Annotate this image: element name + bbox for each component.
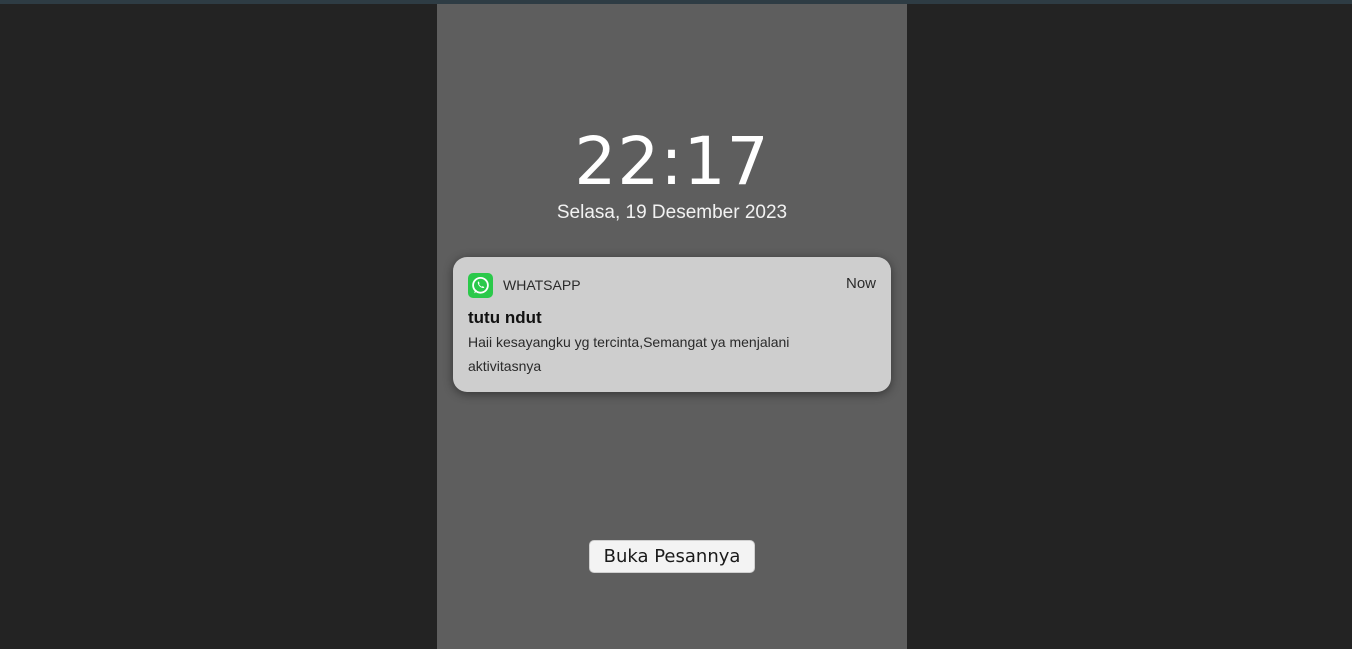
open-message-button[interactable]: Buka Pesannya xyxy=(589,540,755,573)
notification-sender: tutu ndut xyxy=(468,308,542,327)
date-label: Selasa, 19 Desember 2023 xyxy=(556,202,788,223)
notification-app-name: WHATSAPP xyxy=(503,277,581,293)
whatsapp-icon xyxy=(468,273,493,298)
notification-card[interactable]: WHATSAPP Now tutu ndut Haii kesayangku y… xyxy=(453,257,891,392)
notification-message: Haii kesayangku yg tercinta,Semangat ya … xyxy=(468,334,790,374)
lockscreen: 22:17 Selasa, 19 Desember 2023 WHATSAPP … xyxy=(437,4,907,649)
clock-time: 22:17 xyxy=(574,123,770,200)
notification-time: Now xyxy=(845,275,876,292)
